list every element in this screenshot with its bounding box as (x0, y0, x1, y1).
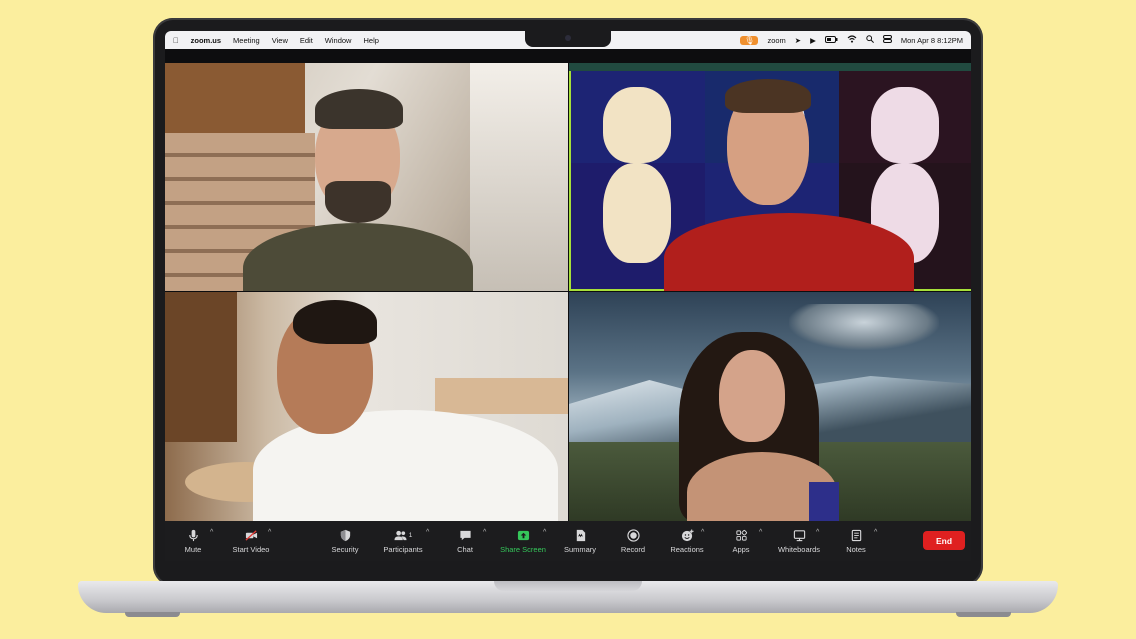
screen:  zoom.us Meeting View Edit Window Help … (165, 31, 971, 561)
video-grid (165, 63, 971, 521)
menu-meeting[interactable]: Meeting (233, 36, 260, 45)
spotlight-search-icon[interactable] (866, 35, 874, 45)
summary-document-icon (573, 529, 587, 542)
chat-options-chevron-icon[interactable]: ^ (483, 529, 486, 536)
participant-video-tile-1[interactable] (165, 63, 568, 291)
person-body (253, 410, 558, 521)
summary-label: Summary (563, 544, 597, 554)
share-options-chevron-icon[interactable]: ^ (543, 529, 546, 536)
person-hair (315, 89, 403, 129)
mute-options-chevron-icon[interactable]: ^ (210, 529, 213, 536)
whiteboards-options-chevron-icon[interactable]: ^ (816, 529, 819, 536)
zoom-status-label[interactable]: zoom (767, 36, 785, 45)
reactions-label: Reactions (670, 544, 704, 554)
apps-icon (734, 529, 748, 542)
microphone-icon (186, 529, 200, 542)
menu-app-name[interactable]: zoom.us (191, 36, 221, 45)
apple-icon[interactable]:  (173, 36, 179, 45)
video-options-chevron-icon[interactable]: ^ (268, 529, 271, 536)
participants-label: Participants (383, 544, 423, 554)
summary-button[interactable]: Summary (561, 521, 599, 561)
apps-options-chevron-icon[interactable]: ^ (759, 529, 762, 536)
start-video-button[interactable]: Start Video (229, 521, 273, 561)
share-screen-icon (516, 529, 530, 542)
smiley-plus-icon (680, 528, 694, 542)
whiteboards-label: Whiteboards (777, 544, 821, 554)
end-meeting-button[interactable]: End (923, 531, 965, 550)
menu-help[interactable]: Help (363, 36, 378, 45)
reactions-options-chevron-icon[interactable]: ^ (701, 529, 704, 536)
chat-label: Chat (457, 544, 473, 554)
focus-icon[interactable]: ➤ (795, 36, 801, 45)
mute-label: Mute (184, 544, 202, 554)
shield-icon (338, 529, 352, 542)
mute-button[interactable]: Mute (181, 521, 205, 561)
participants-options-chevron-icon[interactable]: ^ (426, 529, 429, 536)
pop-art-panel (571, 65, 705, 163)
spaceship (789, 304, 939, 350)
laptop-foot-right (956, 612, 1011, 617)
reactions-button[interactable]: Reactions (667, 521, 707, 561)
notes-label: Notes (846, 544, 866, 554)
participants-count: 1 (408, 531, 413, 539)
share-screen-button[interactable]: Share Screen (498, 521, 548, 561)
participant-video-tile-4[interactable] (569, 292, 971, 521)
menu-edit[interactable]: Edit (300, 36, 313, 45)
whiteboard-icon (792, 529, 806, 542)
camera-dot (565, 35, 571, 41)
menu-view[interactable]: View (272, 36, 288, 45)
cafe-wall (470, 63, 568, 291)
person-head (719, 350, 785, 442)
menu-window[interactable]: Window (325, 36, 352, 45)
notes-icon (849, 529, 863, 542)
security-button[interactable]: Security (325, 521, 365, 561)
menu-status-area: 🎙︎ zoom ➤ ▶ Mon Apr 8 8:12PM (731, 31, 963, 49)
chat-button[interactable]: Chat (453, 521, 477, 561)
notes-button[interactable]: Notes (842, 521, 870, 561)
record-button[interactable]: Record (617, 521, 649, 561)
wifi-icon[interactable] (847, 35, 857, 45)
share-screen-label: Share Screen (500, 544, 546, 554)
chat-bubble-icon (458, 529, 472, 542)
record-icon (626, 528, 640, 542)
mic-in-use-icon[interactable]: 🎙︎ (740, 35, 759, 45)
person-hair (293, 300, 377, 344)
participant-video-tile-2-active-speaker[interactable] (569, 63, 971, 291)
control-center-icon[interactable] (882, 35, 892, 45)
meeting-controls-toolbar: Mute ^ Start Video ^ Security 1 Particip… (165, 521, 971, 561)
participants-button[interactable]: 1 Participants (379, 521, 427, 561)
pop-art-panel (839, 65, 971, 163)
battery-icon[interactable] (824, 35, 838, 45)
camera-notch (525, 31, 611, 47)
person-hair (725, 79, 811, 113)
security-label: Security (331, 544, 359, 554)
person-beard (325, 181, 391, 223)
wooden-table (435, 378, 568, 414)
bookshelf (165, 292, 237, 442)
participants-icon: 1 (390, 529, 416, 542)
whiteboards-button[interactable]: Whiteboards (773, 521, 825, 561)
media-icon[interactable]: ▶ (810, 36, 816, 45)
apps-button[interactable]: Apps (729, 521, 753, 561)
laptop-base-notch (494, 581, 642, 591)
record-label: Record (620, 544, 646, 554)
bookshelf (165, 63, 305, 133)
pop-art-top-band (569, 63, 971, 71)
menu-date-time[interactable]: Mon Apr 8 8:12PM (901, 36, 963, 45)
participant-video-tile-3[interactable] (165, 292, 568, 521)
laptop-foot-left (125, 612, 180, 617)
apps-label: Apps (732, 544, 750, 554)
person-top (809, 482, 839, 521)
notes-options-chevron-icon[interactable]: ^ (874, 529, 877, 536)
start-video-label: Start Video (232, 544, 270, 554)
video-off-icon (244, 529, 258, 542)
